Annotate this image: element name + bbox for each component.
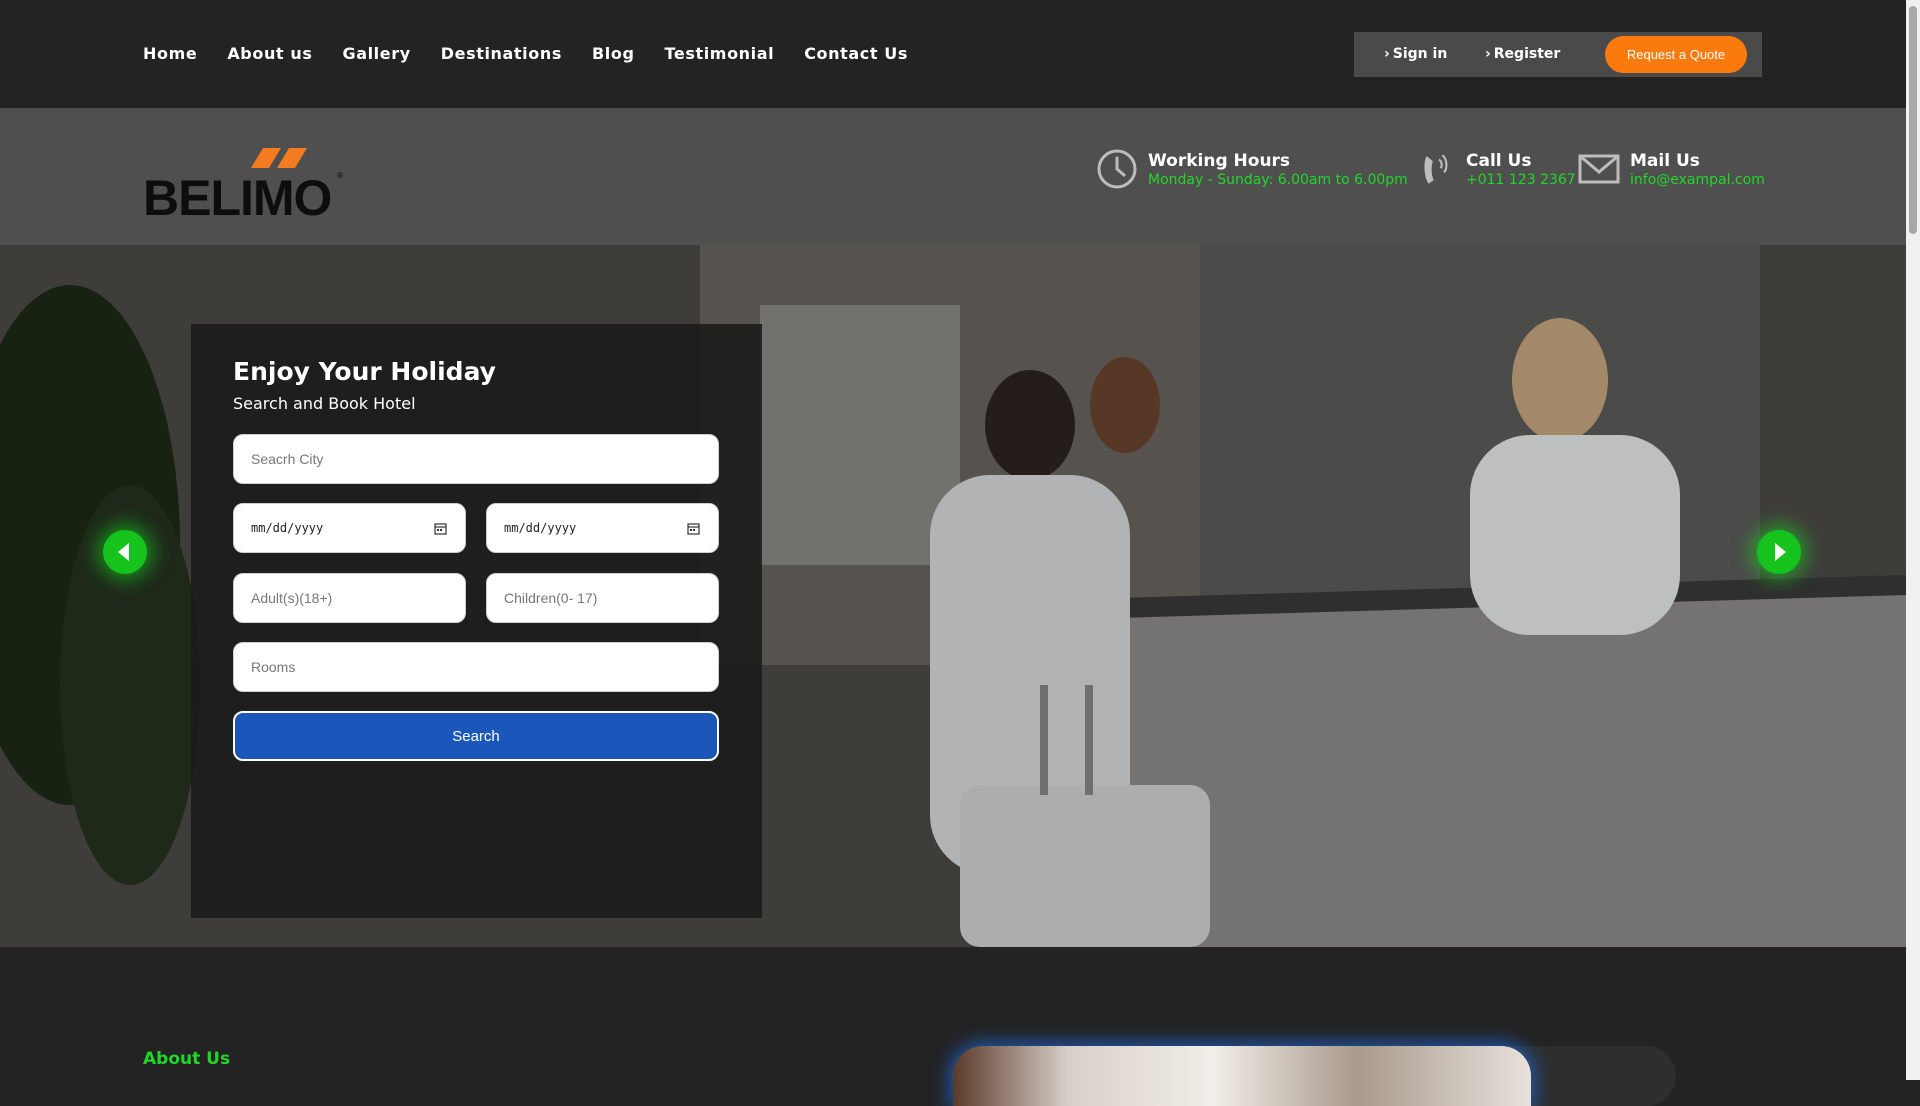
about-image xyxy=(953,1046,1531,1106)
scrollbar-thumb[interactable] xyxy=(1909,6,1917,234)
phone-icon xyxy=(1424,154,1448,184)
top-navbar: Home About us Gallery Destinations Blog … xyxy=(0,0,1906,108)
checkin-date-input[interactable]: mm/dd/yyyy xyxy=(233,503,466,553)
nav-destinations[interactable]: Destinations xyxy=(441,44,562,63)
booking-subtitle: Search and Book Hotel xyxy=(233,394,416,413)
mail-us: Mail Us info@exampal.com xyxy=(1578,148,1765,190)
city-search-input[interactable]: Seacrh City xyxy=(233,434,719,484)
working-hours-value: Monday - Sunday: 6.00am to 6.00pm xyxy=(1148,172,1408,188)
nav-testimonial[interactable]: Testimonial xyxy=(665,44,775,63)
adults-placeholder: Adult(s)(18+) xyxy=(251,590,333,606)
register-link[interactable]: › Register xyxy=(1485,46,1560,62)
caret-left-icon xyxy=(118,543,129,561)
belimo-logo[interactable]: BELIMO ® xyxy=(143,148,343,218)
working-hours: Working Hours Monday - Sunday: 6.00am to… xyxy=(1096,148,1408,190)
request-quote-button[interactable]: Request a Quote xyxy=(1605,36,1747,73)
clock-icon xyxy=(1097,149,1137,189)
nav-blog[interactable]: Blog xyxy=(592,44,635,63)
envelope-icon xyxy=(1578,154,1620,184)
checkin-date-text: mm/dd/yyyy xyxy=(251,521,324,535)
calendar-icon[interactable] xyxy=(687,522,700,535)
chevron-right-icon: › xyxy=(1384,46,1390,62)
signin-link[interactable]: › Sign in xyxy=(1384,46,1447,62)
city-placeholder: Seacrh City xyxy=(251,451,324,467)
children-input[interactable]: Children(0- 17) xyxy=(486,573,719,623)
page-scrollbar[interactable] xyxy=(1906,0,1920,1080)
mail-us-title: Mail Us xyxy=(1630,151,1700,171)
logo-text: BELIMO xyxy=(143,170,331,218)
booking-form: Enjoy Your Holiday Search and Book Hotel… xyxy=(191,324,762,918)
rooms-input[interactable]: Rooms xyxy=(233,642,719,692)
nav-about[interactable]: About us xyxy=(227,44,312,63)
calendar-icon[interactable] xyxy=(434,522,447,535)
mail-us-value[interactable]: info@exampal.com xyxy=(1630,171,1765,189)
auth-box: › Sign in › Register Request a Quote xyxy=(1354,32,1762,77)
call-us-value[interactable]: +011 123 2367 xyxy=(1466,171,1576,189)
nav-home[interactable]: Home xyxy=(143,44,197,63)
register-label: Register xyxy=(1493,46,1561,62)
header-info-bar: BELIMO ® Working Hours Monday - Sunday: … xyxy=(0,108,1906,245)
booking-title: Enjoy Your Holiday xyxy=(233,357,496,386)
caret-right-icon xyxy=(1775,543,1786,561)
search-button[interactable]: Search xyxy=(233,711,719,761)
main-nav: Home About us Gallery Destinations Blog … xyxy=(143,44,908,63)
slider-next-button[interactable] xyxy=(1757,530,1801,574)
nav-contact[interactable]: Contact Us xyxy=(804,44,908,63)
signin-label: Sign in xyxy=(1392,46,1448,62)
checkout-date-text: mm/dd/yyyy xyxy=(504,521,577,535)
adults-input[interactable]: Adult(s)(18+) xyxy=(233,573,466,623)
hero-slider: Enjoy Your Holiday Search and Book Hotel… xyxy=(0,245,1906,947)
about-us-label: About Us xyxy=(143,1049,231,1069)
svg-text:®: ® xyxy=(336,171,343,180)
slider-prev-button[interactable] xyxy=(103,530,147,574)
checkout-date-input[interactable]: mm/dd/yyyy xyxy=(486,503,719,553)
chevron-right-icon: › xyxy=(1485,46,1491,62)
call-us: Call Us +011 123 2367 xyxy=(1420,148,1576,190)
working-hours-title: Working Hours xyxy=(1148,151,1291,171)
rooms-placeholder: Rooms xyxy=(251,659,296,675)
nav-gallery[interactable]: Gallery xyxy=(342,44,410,63)
call-us-title: Call Us xyxy=(1466,151,1532,171)
children-placeholder: Children(0- 17) xyxy=(504,590,598,606)
